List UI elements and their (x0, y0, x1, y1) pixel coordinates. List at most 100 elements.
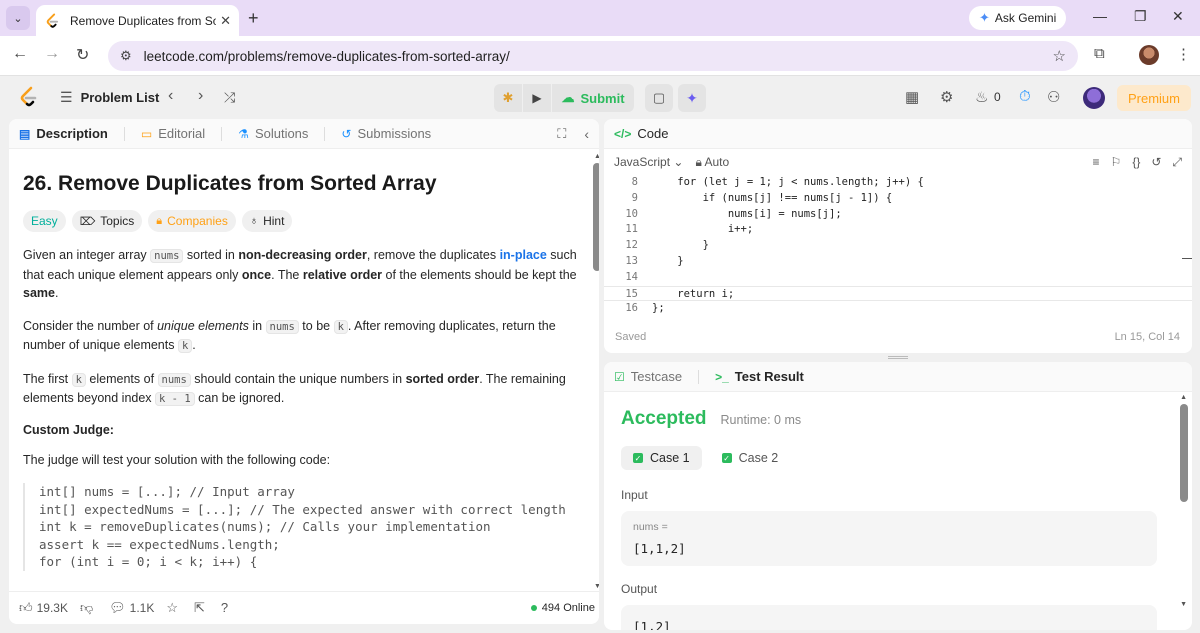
ai-assist-button[interactable]: ✦ (678, 84, 706, 112)
tab-code[interactable]: </> Code (614, 126, 668, 141)
tab-divider (698, 369, 700, 384)
timer-icon[interactable]: ⏱ (1019, 88, 1031, 105)
in-place-link[interactable]: in-place (500, 248, 547, 262)
scroll-down-arrow-icon[interactable]: ▼ (1180, 601, 1187, 608)
like-button[interactable]: 👍︎ 19.3K (19, 600, 68, 616)
favorite-button[interactable]: ☆ (166, 600, 182, 616)
submit-button[interactable]: ☁ Submit (552, 84, 634, 112)
help-button[interactable]: ? (221, 600, 232, 615)
debug-bug-icon: ✱ (502, 90, 514, 105)
kebab-menu-icon[interactable]: ⋮ (1176, 45, 1191, 63)
line-number: 13 (625, 254, 638, 267)
tab-description[interactable]: ▤ Description (19, 126, 108, 141)
panel-resize-handle[interactable] (888, 356, 908, 359)
user-avatar[interactable] (1083, 87, 1105, 109)
code-line: assert k == expectedNums.length; (39, 536, 280, 552)
submit-label: Submit (580, 90, 625, 106)
hint-chip[interactable]: ♁ Hint (241, 210, 293, 232)
chevron-down-icon: ⌄ (13, 12, 23, 25)
extensions-puzzle-icon[interactable]: ⧉ (1094, 45, 1105, 62)
problem-list-button[interactable]: ☰ Problem List (60, 89, 159, 106)
format-icon[interactable]: ≡ (1093, 155, 1100, 170)
case-2-tab[interactable]: ✓ Case 2 (710, 446, 791, 470)
leetcode-logo-icon[interactable] (18, 86, 38, 108)
case-tabs: ✓ Case 1 ✓ Case 2 (621, 446, 1175, 470)
online-count: 494 Online (541, 601, 595, 614)
text: of the elements should be kept the (382, 267, 577, 282)
maximize-icon[interactable]: ❐ (1134, 8, 1147, 25)
browser-tab[interactable]: Remove Duplicates from Sorted ✕ (36, 5, 239, 36)
settings-gear-icon[interactable]: ⚙ (940, 88, 953, 106)
result-scrollbar[interactable] (1180, 404, 1188, 502)
site-info-icon[interactable]: ⚙ (120, 48, 132, 64)
expand-icon[interactable]: ⤢ (1172, 155, 1182, 170)
browser-profile-avatar[interactable] (1139, 45, 1159, 65)
scroll-up-arrow-icon[interactable]: ▲ (1180, 394, 1187, 401)
back-arrow-icon[interactable]: ← (12, 45, 28, 63)
dislike-button[interactable]: 👎︎ (80, 600, 97, 616)
forward-arrow-icon[interactable]: → (44, 45, 60, 63)
case-1-tab[interactable]: ✓ Case 1 (621, 446, 702, 470)
minimize-icon[interactable]: — (1093, 8, 1107, 24)
prev-problem-chevron-icon[interactable]: ‹ (168, 87, 173, 105)
reload-icon[interactable]: ↻ (76, 45, 89, 65)
line-number: 9 (631, 191, 638, 204)
address-bar[interactable]: ⚙ leetcode.com/problems/remove-duplicate… (108, 41, 1078, 71)
tab-test-result[interactable]: >_ Test Result (715, 369, 804, 384)
tab-editorial[interactable]: ▭ Editorial (141, 126, 205, 141)
tab-submissions[interactable]: ↺ Submissions (341, 126, 431, 141)
scroll-down-arrow-icon[interactable]: ▼ (594, 583, 599, 590)
streak-flame-icon[interactable]: ♨ (975, 88, 988, 106)
inline-code: k (177, 339, 193, 353)
description-panel: ▤ Description ▭ Editorial ⚗ Solutions ↺ … (9, 119, 599, 624)
gemini-sparkle-icon: ✦ (979, 10, 990, 25)
debug-button[interactable]: ✱ (494, 84, 522, 112)
tab-test-result-label: Test Result (734, 369, 804, 384)
bookmark-star-icon[interactable]: ☆ (1053, 47, 1066, 65)
tab-testcase[interactable]: ☑ Testcase (614, 369, 682, 384)
document-icon: ▤ (19, 126, 31, 141)
add-friend-icon[interactable]: ⚇ (1047, 88, 1060, 106)
code-line: 14 (604, 270, 1192, 286)
shuffle-icon[interactable]: ⤮ (224, 89, 235, 106)
autocomplete-mode[interactable]: 🔒︎ Auto (695, 155, 729, 170)
code-text: if (nums[j] !== nums[j - 1]) { (652, 191, 893, 204)
text: , remove the duplicates (366, 248, 500, 262)
new-tab-button[interactable]: + (248, 8, 259, 29)
companies-chip[interactable]: 🔒︎ Companies (148, 210, 236, 232)
notes-button[interactable]: ▢ (645, 84, 673, 112)
maximize-panel-icon[interactable]: ⛶ (557, 126, 566, 142)
tab-search-button[interactable]: ⌄ (6, 6, 30, 30)
layout-grid-icon[interactable]: ▦ (905, 88, 919, 106)
braces-icon[interactable]: {} (1132, 155, 1140, 170)
description-content: 26. Remove Duplicates from Sorted Array … (9, 149, 599, 591)
code-text: } (652, 254, 684, 267)
close-icon[interactable]: ✕ (220, 13, 231, 29)
ask-gemini-button[interactable]: ✦ Ask Gemini (969, 6, 1067, 30)
premium-button[interactable]: Premium (1117, 85, 1191, 111)
share-button[interactable]: ⇱ (194, 600, 209, 616)
scroll-up-arrow-icon[interactable]: ▲ (594, 153, 599, 160)
tab-code-label: Code (637, 126, 669, 141)
next-problem-chevron-icon[interactable]: › (198, 87, 203, 105)
italic-text: unique elements (157, 318, 249, 333)
bookmark-icon[interactable]: ⚐ (1111, 155, 1122, 170)
reset-icon[interactable]: ↺ (1151, 155, 1161, 170)
tab-solutions[interactable]: ⚗ Solutions (238, 126, 308, 141)
hint-label: Hint (263, 214, 285, 228)
leetcode-header: ☰ Problem List ‹ › ⤮ ✱ ▶ ☁ Submit ▢ ✦ ▦ … (0, 77, 1200, 119)
problem-title: 26. Remove Duplicates from Sorted Array (23, 172, 437, 195)
share-icon: ⇱ (194, 599, 205, 615)
window-close-icon[interactable]: ✕ (1172, 8, 1184, 25)
language-select[interactable]: JavaScript ⌄ (614, 155, 683, 169)
run-button[interactable]: ▶ (523, 84, 551, 112)
description-scrollbar[interactable] (593, 163, 599, 271)
comments-button[interactable]: 💬︎ 1.1K (109, 600, 154, 616)
note-icon: ▢ (652, 90, 666, 105)
output-value: [1,2] (633, 619, 671, 630)
code-editor[interactable]: 8 for (let j = 1; j < nums.length; j++) … (604, 175, 1192, 314)
code-line: 11 i++; (604, 222, 1192, 238)
collapse-chevron-icon[interactable]: ‹ (584, 126, 589, 142)
companies-label: Companies (167, 214, 228, 228)
topics-chip[interactable]: ⌦ Topics (71, 210, 143, 232)
